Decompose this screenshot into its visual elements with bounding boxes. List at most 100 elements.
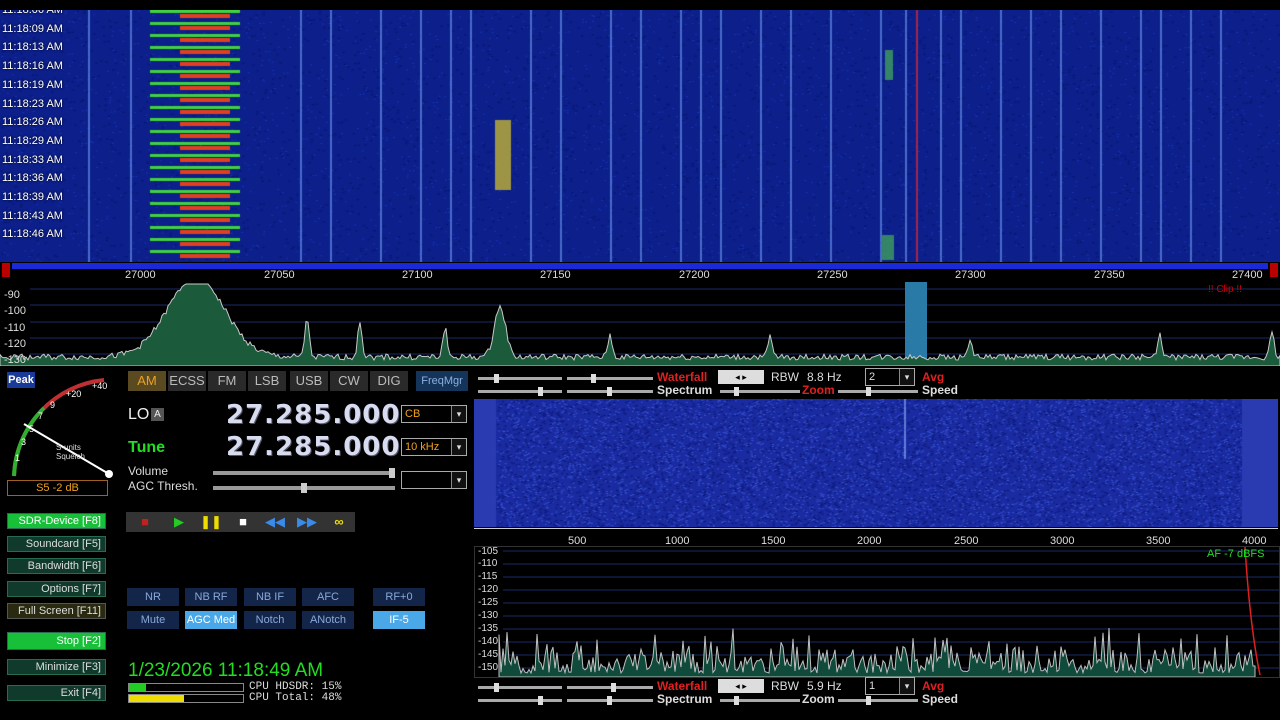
peak-button[interactable]: Peak — [7, 372, 35, 388]
af-spec-brightness-slider[interactable] — [567, 696, 653, 705]
af-wf-contrast-slider[interactable] — [478, 683, 562, 692]
af-rbw-stepper[interactable]: ◂ ▸ — [718, 679, 764, 693]
mute-button[interactable]: Mute — [127, 611, 179, 629]
loop-icon[interactable]: ∞ — [328, 513, 350, 531]
mode-am-button[interactable]: AM — [128, 371, 166, 391]
afc-button[interactable]: AFC — [302, 588, 354, 606]
slider-knob[interactable] — [607, 387, 612, 396]
mode-usb-button[interactable]: USB — [290, 371, 328, 391]
slider-knob[interactable] — [611, 683, 616, 692]
bandwidth-button[interactable]: Bandwidth [F6] — [7, 558, 106, 574]
af-spectrum-label: Spectrum — [657, 692, 713, 706]
sdr-device-button[interactable]: SDR-Device [F8] — [7, 513, 106, 529]
exit-button[interactable]: Exit [F4] — [7, 685, 106, 701]
spectrum-y-label: -90 — [4, 289, 20, 301]
slider-knob[interactable] — [734, 696, 739, 705]
smeter-reading: S5 -2 dB — [7, 480, 108, 496]
tune-step-select[interactable]: 10 kHz ▾ — [401, 438, 467, 456]
rewind-icon[interactable]: ◀◀ — [264, 513, 286, 531]
slider-knob[interactable] — [494, 683, 499, 692]
agc-thresh-label: AGC Thresh. — [128, 479, 198, 493]
lo-lock-badge[interactable]: A — [151, 408, 164, 421]
play-icon[interactable]: ▶ — [168, 513, 190, 531]
af-waterfall[interactable] — [474, 399, 1278, 527]
rf-waterfall[interactable]: 11:18:06 AM 11:18:09 AM 11:18:13 AM 11:18:1… — [0, 10, 1280, 262]
rf-spectrum[interactable] — [0, 282, 1280, 367]
scroll-left-arrow[interactable] — [2, 263, 10, 277]
slider-knob[interactable] — [866, 387, 871, 396]
mode-fm-button[interactable]: FM — [208, 371, 246, 391]
tune-frequency[interactable]: 27.285.000 — [226, 432, 400, 462]
nb-rf-button[interactable]: NB RF — [185, 588, 237, 606]
spec-brightness-slider[interactable] — [567, 387, 653, 396]
af-rbw-label: RBW — [771, 679, 799, 693]
waterfall-timestamp: 11:18:06 AM — [2, 10, 63, 16]
af-y-label: -115 — [478, 571, 498, 582]
options-button[interactable]: Options [F7] — [7, 581, 106, 597]
notch-button[interactable]: Notch — [244, 611, 296, 629]
slider-knob[interactable] — [866, 696, 871, 705]
avg-label: Avg — [922, 370, 945, 384]
waterfall-timestamp: 11:18:36 AM — [2, 172, 63, 185]
squelch-label[interactable]: Squelch — [56, 452, 85, 461]
af-speed-label: Speed — [922, 692, 959, 706]
if-gain-button[interactable]: IF-5 — [373, 611, 425, 629]
frequency-scroll-bar[interactable] — [12, 263, 1268, 269]
rbw-stepper[interactable]: ◂ ▸ — [718, 370, 764, 384]
avg-value: 2 — [869, 371, 876, 383]
minimize-button[interactable]: Minimize [F3] — [7, 659, 106, 675]
nb-if-button[interactable]: NB IF — [244, 588, 296, 606]
spec-contrast-slider[interactable] — [478, 387, 562, 396]
smeter-scale-label: 1 — [15, 453, 21, 463]
agc-select[interactable]: ▾ — [401, 471, 467, 489]
wf-brightness-slider[interactable] — [567, 374, 653, 383]
scroll-right-arrow[interactable] — [1270, 263, 1278, 277]
af-avg-select[interactable]: 1 ▾ — [865, 677, 915, 695]
af-speed-slider[interactable] — [838, 696, 918, 705]
anotch-button[interactable]: ANotch — [302, 611, 354, 629]
af-y-label: -120 — [478, 584, 499, 595]
slider-knob[interactable] — [734, 387, 739, 396]
slider-knob[interactable] — [538, 696, 543, 705]
speed-slider[interactable] — [838, 387, 918, 396]
avg-select[interactable]: 2 ▾ — [865, 368, 915, 386]
chevron-down-icon: ▾ — [451, 439, 466, 455]
fullscreen-button[interactable]: Full Screen [F11] — [7, 603, 106, 619]
stop-button[interactable]: Stop [F2] — [7, 632, 106, 650]
slider-knob[interactable] — [607, 696, 612, 705]
volume-slider-knob[interactable] — [389, 468, 395, 478]
mode-ecss-button[interactable]: ECSS — [168, 371, 206, 391]
rf-gain-button[interactable]: RF+0 — [373, 588, 425, 606]
wf-contrast-slider[interactable] — [478, 374, 562, 383]
af-wf-brightness-slider[interactable] — [567, 683, 653, 692]
smeter-scale-label: +40 — [92, 381, 108, 391]
smeter-scale-label: 5 — [29, 424, 35, 434]
soundcard-button[interactable]: Soundcard [F5] — [7, 536, 106, 552]
lo-preset-select[interactable]: CB ▾ — [401, 405, 467, 423]
slider-knob[interactable] — [538, 387, 543, 396]
chevron-down-icon: ▾ — [899, 678, 914, 694]
freqmgr-button[interactable]: FreqMgr — [416, 371, 468, 391]
agc-button[interactable]: AGC Med — [185, 611, 237, 629]
mode-cw-button[interactable]: CW — [330, 371, 368, 391]
zoom-slider[interactable] — [720, 387, 800, 396]
pause-icon[interactable]: ❚❚ — [200, 513, 222, 531]
fast-forward-icon[interactable]: ▶▶ — [296, 513, 318, 531]
af-spec-contrast-slider[interactable] — [478, 696, 562, 705]
smeter-scale-label: 9 — [50, 400, 56, 410]
agc-slider-knob[interactable] — [301, 483, 307, 493]
waterfall-label: Waterfall — [657, 370, 708, 384]
slider-knob[interactable] — [591, 374, 596, 383]
agc-thresh-slider[interactable] — [213, 483, 395, 493]
volume-slider[interactable] — [213, 468, 395, 478]
slider-knob[interactable] — [494, 374, 499, 383]
af-zoom-slider[interactable] — [720, 696, 800, 705]
lo-frequency[interactable]: 27.285.000 — [226, 400, 400, 430]
record-icon[interactable]: ■ — [134, 513, 156, 531]
stop-icon[interactable]: ■ — [232, 513, 254, 531]
mode-lsb-button[interactable]: LSB — [248, 371, 286, 391]
waterfall-timestamp: 11:18:09 AM — [2, 22, 63, 35]
af-spectrum[interactable] — [474, 546, 1280, 678]
mode-dig-button[interactable]: DIG — [370, 371, 408, 391]
nr-button[interactable]: NR — [127, 588, 179, 606]
